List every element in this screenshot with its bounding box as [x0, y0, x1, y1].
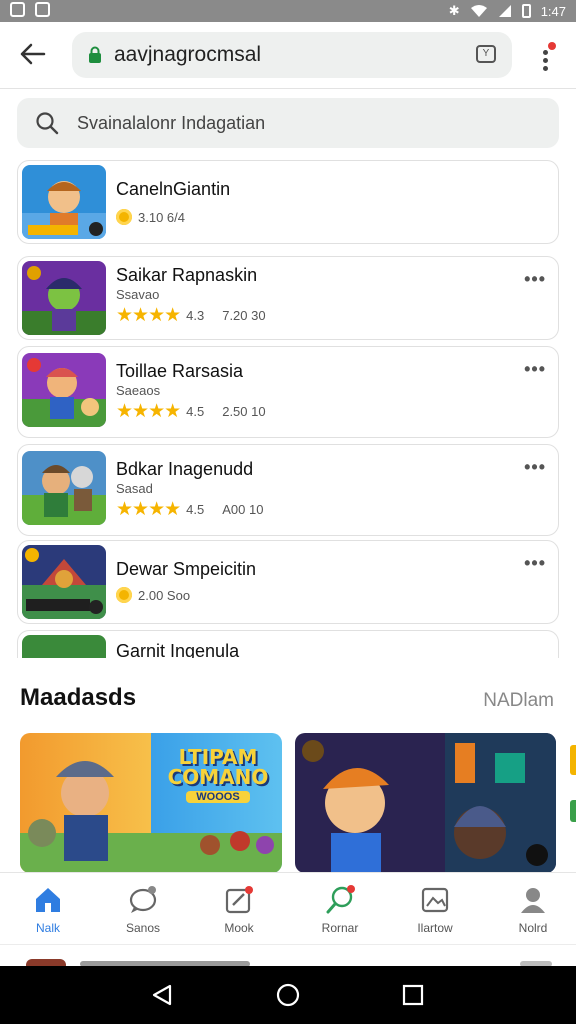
app-subtitle: Ssavao: [116, 287, 160, 302]
more-options-icon[interactable]: •••: [524, 553, 546, 574]
app-thumbnail: [22, 635, 106, 658]
nav-label: Nalk: [35, 921, 60, 935]
app-count: 2.00 Soo: [138, 587, 191, 603]
app-title: Dewar Smpeicitin: [116, 559, 257, 579]
status-bar: ✱ 1:47: [0, 0, 576, 22]
list-item[interactable]: Dewar Smpeicitin 2.00 Soo •••: [17, 540, 559, 624]
search-field[interactable]: Svainalalonr Indagatian: [17, 98, 559, 148]
more-options-icon[interactable]: •••: [524, 457, 546, 478]
section-link[interactable]: NADlam: [483, 690, 554, 712]
featured-card[interactable]: [295, 733, 556, 873]
url-text: aavjnagrocmsal: [114, 43, 262, 66]
nav-item-profile[interactable]: Nolrd: [493, 885, 573, 935]
next-card-peek: [570, 800, 576, 822]
nav-item-search[interactable]: Rornar: [300, 885, 380, 935]
app-subtitle: Sasad: [116, 481, 153, 496]
person-icon: [521, 888, 545, 913]
edit-icon: [225, 886, 253, 914]
nav-label: Rornar: [321, 921, 359, 935]
search-icon: [36, 112, 59, 135]
back-icon[interactable]: [150, 983, 174, 1007]
list-item[interactable]: Garnit Ingenula: [17, 630, 559, 658]
status-time: 1:47: [540, 3, 566, 19]
overflow-menu-icon[interactable]: [534, 42, 556, 72]
more-options-icon[interactable]: •••: [524, 359, 546, 380]
app-count: 7.20 30: [222, 308, 266, 323]
star-rating-icon: ★★★★: [116, 401, 181, 422]
section-title: Maadasds: [20, 684, 137, 711]
app-thumbnail: [22, 165, 106, 239]
bluetooth-icon: ✱: [448, 3, 460, 18]
scroll-peek: [0, 944, 576, 967]
featured-card[interactable]: LTIPAM COMANO WOOOS: [20, 733, 282, 873]
app-thumbnail: [22, 353, 106, 427]
system-navigation-bar: [0, 966, 576, 1024]
bottom-navigation: Nalk Sanos Mook Rornar Ilartow Nolrd: [0, 872, 576, 945]
nav-item-home[interactable]: Nalk: [8, 885, 88, 935]
nav-label: Mook: [224, 921, 254, 935]
home-icon: [36, 888, 60, 912]
app-rating: 4.5: [186, 404, 205, 419]
app-meta: ★★★★ 4.5 A00 10: [116, 500, 263, 519]
nav-label: Sanos: [125, 921, 161, 935]
back-arrow-icon[interactable]: [18, 42, 46, 66]
app-rating: 4.5: [186, 502, 205, 517]
battery-icon: [521, 4, 531, 18]
app-count: 2.50 10: [222, 404, 266, 419]
banner-text: LTIPAM COMANO: [167, 745, 269, 789]
list-item[interactable]: Toillae Rarsasia Saeaos ★★★★ 4.5 2.50 10…: [17, 346, 559, 438]
app-thumbnail: [22, 545, 106, 619]
app-thumbnail: [22, 261, 106, 335]
lock-icon: [89, 46, 101, 63]
app-meta: ★★★★ 4.5 2.50 10: [116, 402, 266, 421]
recents-icon[interactable]: [402, 984, 424, 1006]
app-title: Bdkar Inagenudd: [116, 459, 254, 479]
app-title: CanelnGiantin: [116, 179, 231, 199]
signal-icon: [498, 5, 511, 17]
app-title: Toillae Rarsasia: [116, 361, 244, 381]
home-button-icon[interactable]: [276, 983, 300, 1007]
wifi-icon: [470, 5, 487, 17]
app-subtitle: Saeaos: [116, 383, 161, 398]
banner-badge: WOOOS: [186, 791, 250, 803]
app-thumbnail: [22, 451, 106, 525]
address-bar[interactable]: aavjnagrocmsal Y: [72, 32, 512, 78]
app-rating: 4.3: [186, 308, 205, 323]
more-options-icon[interactable]: •••: [524, 269, 546, 290]
notification-dot: [548, 42, 556, 50]
app-notification-icon: [35, 2, 50, 17]
app-count: A00 10: [222, 502, 264, 517]
search-placeholder: Svainalalonr Indagatian: [77, 113, 266, 133]
app-meta: ★★★★ 4.3 7.20 30: [116, 306, 266, 325]
app-title: Saikar Rapnaskin: [116, 265, 258, 285]
nav-label: Ilartow: [417, 921, 453, 935]
image-icon: [421, 887, 449, 913]
nav-item-chat[interactable]: Sanos: [103, 885, 183, 935]
coin-icon: [116, 587, 132, 603]
list-item[interactable]: Saikar Rapnaskin Ssavao ★★★★ 4.3 7.20 30…: [17, 256, 559, 340]
app-title: Garnit Ingenula: [116, 641, 240, 658]
chat-icon: [129, 886, 157, 913]
app-meta: 3.10 6/4: [116, 209, 185, 225]
star-rating-icon: ★★★★: [116, 305, 181, 326]
list-item[interactable]: CanelnGiantin 3.10 6/4: [17, 160, 559, 244]
next-card-peek: [570, 745, 576, 775]
search-icon: [326, 885, 355, 914]
nav-item-edit[interactable]: Mook: [199, 885, 279, 935]
star-rating-icon: ★★★★: [116, 499, 181, 520]
coin-icon: [116, 209, 132, 225]
notification-icon: [10, 2, 25, 17]
browser-toolbar: aavjnagrocmsal Y: [0, 22, 576, 89]
tabs-icon[interactable]: Y: [476, 45, 496, 63]
app-meta: 2.00 Soo: [116, 587, 190, 603]
nav-item-gallery[interactable]: Ilartow: [395, 885, 475, 935]
nav-label: Nolrd: [518, 921, 548, 935]
app-count: 3.10 6/4: [138, 209, 185, 225]
list-item[interactable]: Bdkar Inagenudd Sasad ★★★★ 4.5 A00 10 ••…: [17, 444, 559, 536]
